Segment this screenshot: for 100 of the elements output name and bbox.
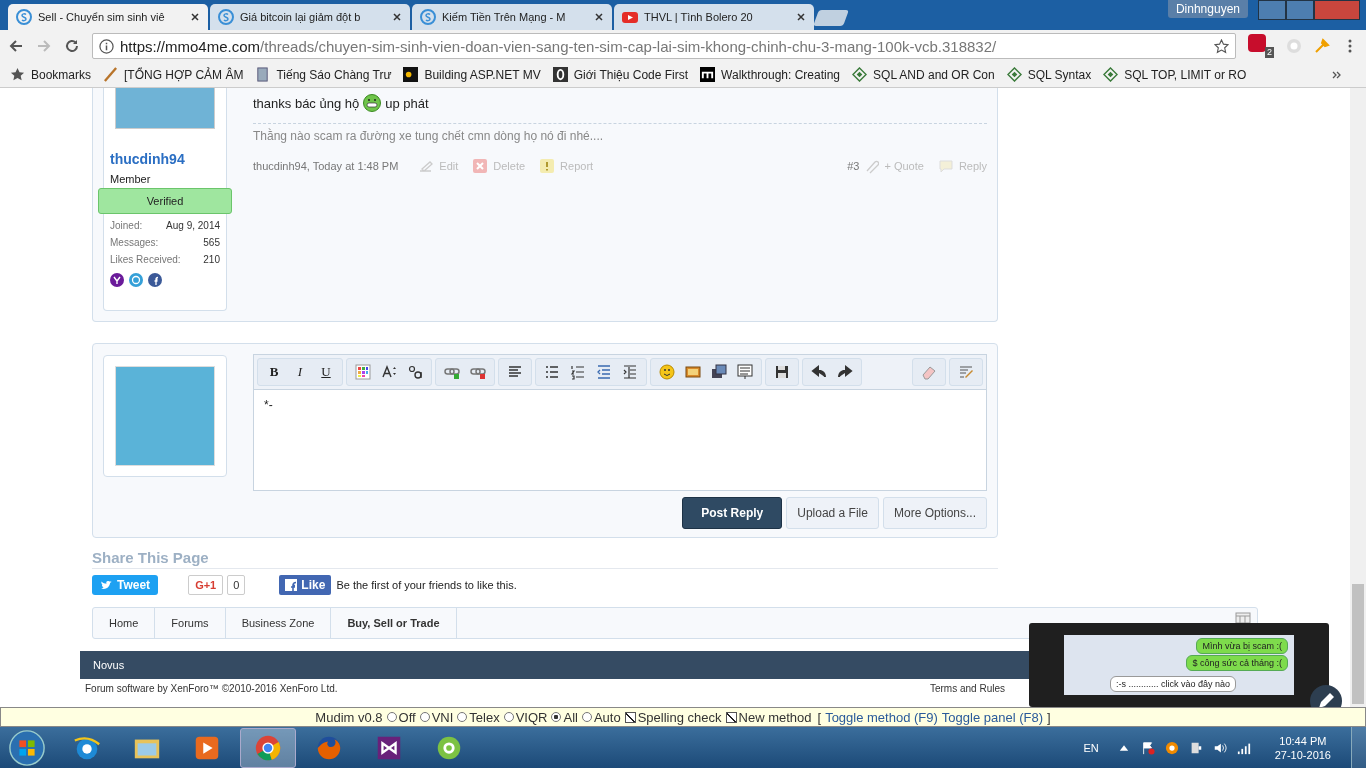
grinning-emoji-icon	[363, 94, 382, 112]
option-checkbox[interactable]: Spelling check	[624, 709, 722, 725]
bookmark-star-icon[interactable]	[1214, 38, 1229, 54]
sitemap-icon[interactable]	[1235, 612, 1251, 624]
breadcrumb-link[interactable]: Forums	[155, 608, 226, 638]
input-method-radio[interactable]: VNI	[419, 709, 454, 725]
site-logo-icon	[403, 67, 419, 82]
input-method-radio[interactable]: All	[551, 709, 578, 725]
post-number-link[interactable]: #3	[847, 160, 860, 172]
outdent-icon[interactable]	[596, 364, 612, 380]
clock-date[interactable]: 27-10-2016	[1274, 748, 1331, 761]
clock-time[interactable]: 10:44 PM	[1279, 734, 1327, 747]
format-button[interactable]: B	[266, 364, 282, 380]
username-link[interactable]: thucdinh94	[110, 151, 220, 167]
profile-button[interactable]: Dinhnguyen	[1167, 0, 1248, 18]
browser-tab[interactable]: Giá bitcoin lại giảm đột b	[210, 4, 410, 30]
smiley-icon[interactable]	[659, 364, 675, 380]
image-icon[interactable]	[685, 364, 701, 380]
redo-icon[interactable]	[837, 364, 853, 380]
input-method-radio[interactable]: Telex	[457, 709, 500, 725]
align-left-icon[interactable]	[507, 364, 523, 380]
language-indicator[interactable]: EN	[1083, 741, 1099, 754]
new-tab-button[interactable]	[813, 10, 849, 26]
info-icon[interactable]	[99, 38, 114, 54]
close-icon[interactable]	[190, 12, 200, 22]
font-family-icon[interactable]	[407, 364, 423, 380]
site-logo-icon	[16, 9, 32, 25]
post-reply-button[interactable]: Post Reply	[682, 497, 783, 529]
style-chooser-link[interactable]: Novus	[93, 659, 125, 671]
stat-value: Aug 9, 2014	[166, 220, 220, 231]
option-checkbox[interactable]: New method	[725, 709, 812, 725]
input-method-radio[interactable]: Off	[386, 709, 416, 725]
browser-tab[interactable]: THVL | Tình Bolero 20	[614, 4, 814, 30]
secondary-button[interactable]: Upload a File	[786, 497, 879, 529]
bookmark-link[interactable]: [TỔNG HỢP CẢM ÂM	[103, 67, 244, 82]
stat-label: Likes Received:	[110, 254, 181, 265]
scrollbar[interactable]	[1350, 88, 1366, 707]
circle-app-icon[interactable]	[1164, 740, 1179, 755]
breadcrumb-link[interactable]: Business Zone	[225, 608, 332, 638]
bookmark-link[interactable]: Tiếng Sáo Chàng Trư	[255, 67, 392, 82]
message-text: up phát	[385, 95, 429, 111]
format-button[interactable]: U	[318, 364, 334, 380]
media-icon[interactable]	[711, 364, 727, 380]
breadcrumb-link[interactable]: Home	[93, 608, 156, 638]
code-icon[interactable]	[737, 364, 753, 380]
bookmark-link[interactable]: Giới Thiệu Code First	[552, 67, 689, 82]
secondary-button[interactable]: More Options...	[882, 497, 987, 529]
bookmark-link[interactable]: Bookmarks	[10, 67, 92, 82]
diamond-icon	[852, 67, 868, 82]
minimize-button[interactable]	[1258, 0, 1286, 20]
bullet-list-icon[interactable]	[544, 364, 560, 380]
facebook-icon[interactable]	[148, 273, 162, 287]
message-input[interactable]: *-	[254, 390, 986, 490]
flag-icon[interactable]	[1140, 740, 1155, 755]
indent-icon[interactable]	[622, 364, 638, 380]
count-badge: 2	[1265, 47, 1274, 58]
terms-link[interactable]: Terms and Rules	[929, 683, 1005, 694]
close-icon[interactable]	[594, 12, 604, 22]
input-method-radio[interactable]: Auto	[581, 709, 621, 725]
section-heading: Share This Page	[92, 549, 998, 569]
site-logo-icon	[420, 9, 436, 25]
font-size-icon[interactable]	[381, 364, 397, 380]
save-icon[interactable]	[774, 364, 790, 380]
bookmark-link[interactable]: SQL Syntax	[1006, 67, 1092, 82]
show-desktop-button[interactable]	[1351, 727, 1366, 768]
format-button[interactable]: I	[292, 364, 308, 380]
bookmark-link[interactable]: SQL AND and OR Con	[852, 67, 995, 82]
mudim-title: Mudim v0.8	[315, 709, 383, 725]
chat-popup[interactable]: Mình vừa bị scam :( $ công sức cả tháng :( :-s ............ click vào đây nào	[1029, 623, 1329, 707]
undo-icon[interactable]	[811, 364, 827, 380]
bookmark-link[interactable]: Building ASP.NET MV	[403, 67, 541, 82]
message-text: thanks bác ủng hộ	[253, 95, 360, 111]
bookmark-link[interactable]: Walkthrough: Creating	[700, 67, 841, 82]
chat-bubble: $ công sức cả tháng :(	[1186, 655, 1288, 671]
google-plus-button[interactable]: G+1	[188, 575, 224, 595]
bracket-text: ]	[1047, 709, 1051, 725]
toggle-link[interactable]: Toggle method (F9)	[825, 709, 938, 725]
yahoo-icon[interactable]	[110, 273, 124, 287]
bookmark-link[interactable]: SQL TOP, LIMIT or RO	[1103, 67, 1247, 82]
verified-banner: Verified	[98, 188, 232, 214]
maximize-button[interactable]	[1286, 0, 1314, 20]
reload-icon[interactable]	[64, 38, 80, 54]
browser-tab[interactable]: Sell - Chuyển sim sinh viê	[8, 4, 208, 30]
toggle-link[interactable]: Toggle panel (F8)	[941, 709, 1044, 725]
skype-icon[interactable]	[129, 273, 143, 287]
post-author-time[interactable]: thucdinh94, Today at 1:48 PM	[253, 160, 399, 172]
close-button[interactable]	[1314, 0, 1360, 20]
input-method-radio[interactable]: VIQR	[503, 709, 548, 725]
browser-tab[interactable]: Kiếm Tiền Trên Mạng - M	[412, 4, 612, 30]
back-icon[interactable]	[8, 38, 24, 54]
color-grid-icon[interactable]	[355, 364, 371, 380]
facebook-like-button[interactable]: Like	[279, 575, 332, 595]
breadcrumb-link[interactable]: Buy, Sell or Trade	[331, 608, 457, 638]
numbered-list-icon[interactable]	[570, 364, 586, 380]
start-button-icon[interactable]	[8, 728, 46, 767]
close-icon[interactable]	[796, 12, 806, 22]
address-field[interactable]: https://mmo4me.com/threads/chuyen-sim-sinh-vien-doan-vien-sang-ten-sim-cap-lai-sim-khong-chinh-chu-3-mang-100k-vcb.318832/	[92, 33, 1236, 59]
rich-text-editor[interactable]: B I U *-	[253, 354, 987, 491]
chevron-icon[interactable]	[1332, 69, 1342, 80]
close-icon[interactable]	[392, 12, 402, 22]
